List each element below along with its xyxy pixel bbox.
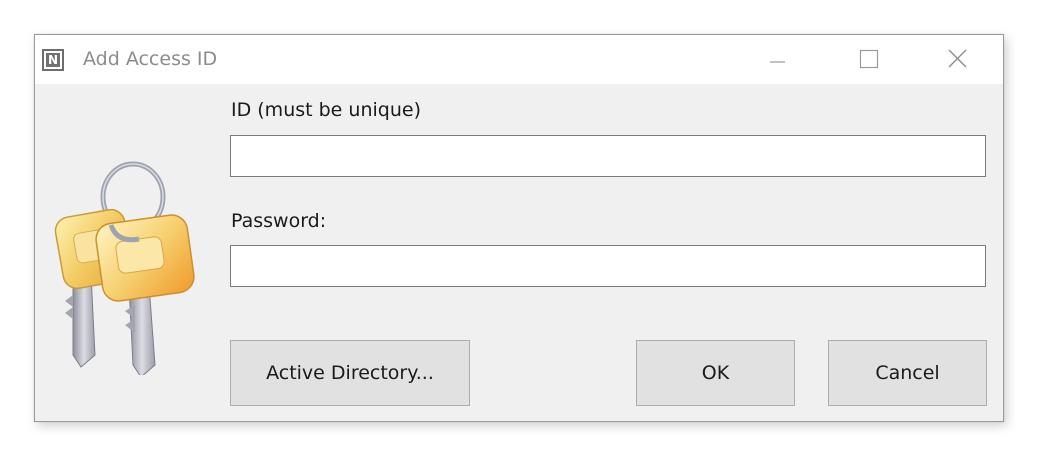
desktop-background: N Add Access ID ID (must be unique) Pass… — [0, 0, 1039, 459]
maximize-icon — [859, 49, 879, 69]
maximize-button[interactable] — [846, 35, 892, 84]
id-input[interactable] — [230, 135, 986, 177]
n-app-icon: N — [42, 49, 64, 71]
minimize-icon — [770, 61, 785, 63]
minimize-button[interactable] — [754, 35, 800, 84]
ok-button[interactable]: OK — [636, 340, 795, 406]
cancel-button[interactable]: Cancel — [828, 340, 987, 406]
close-icon — [948, 49, 967, 68]
add-access-id-dialog: N Add Access ID ID (must be unique) Pass… — [34, 34, 1004, 422]
app-icon-letter: N — [46, 53, 60, 67]
password-label: Password: — [231, 210, 327, 232]
password-input[interactable] — [230, 245, 986, 287]
window-title: Add Access ID — [83, 48, 218, 70]
title-bar[interactable]: N Add Access ID — [35, 35, 1003, 84]
id-label: ID (must be unique) — [231, 99, 421, 121]
close-button[interactable] — [934, 35, 980, 84]
active-directory-button[interactable]: Active Directory... — [230, 340, 470, 406]
keys-icon — [54, 161, 195, 375]
